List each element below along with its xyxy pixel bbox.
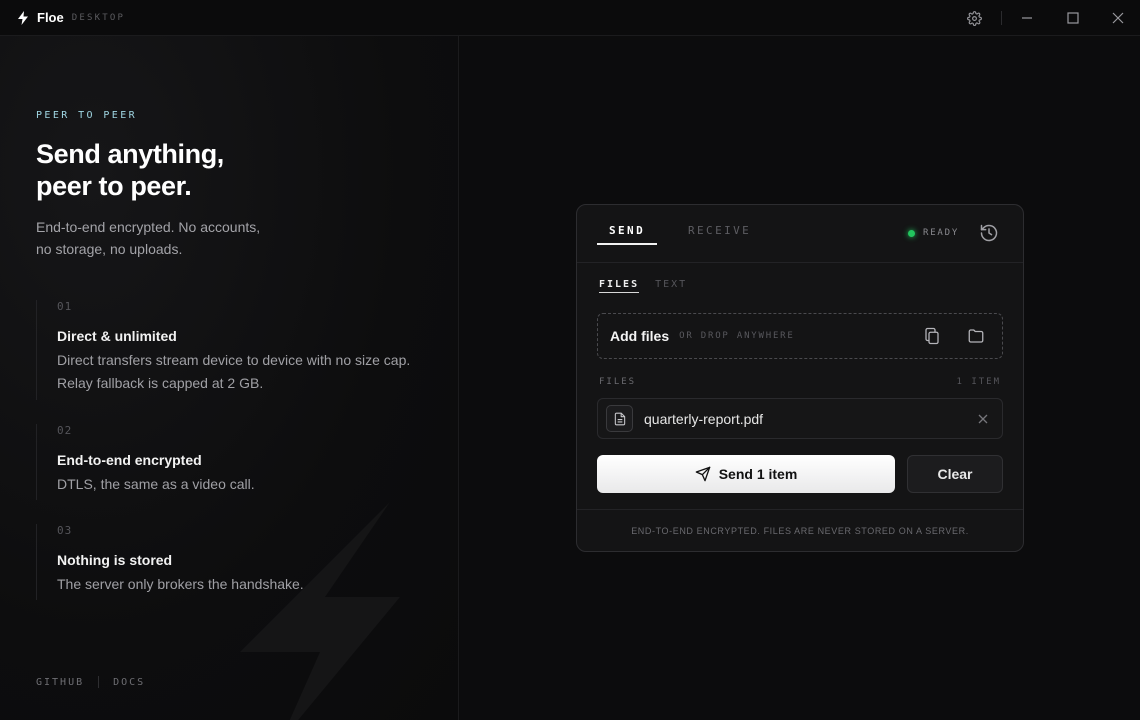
feature-description: Direct transfers stream device to device… [57, 349, 436, 395]
feature-description-line: Relay fallback is capped at 2 GB. [57, 375, 264, 391]
bolt-icon [18, 10, 28, 25]
file-name: quarterly-report.pdf [644, 410, 764, 427]
status-text: READY [923, 228, 960, 238]
history-icon[interactable] [979, 223, 999, 243]
subtab-text[interactable]: TEXT [655, 279, 687, 293]
feature-number: 03 [57, 524, 73, 537]
subtitle: End-to-end encrypted. No accounts, no st… [36, 216, 336, 260]
feature-item: 01 Direct & unlimited Direct transfers s… [36, 300, 436, 400]
tab-send[interactable]: SEND [609, 224, 645, 237]
feature-title: Nothing is stored [57, 552, 173, 568]
file-icon-container [606, 405, 633, 432]
title-line-1: Send anything, [36, 139, 224, 169]
subtab-files[interactable]: FILES [599, 279, 640, 293]
feature-description-line: DTLS, the same as a video call. [57, 476, 255, 492]
window-controls [949, 0, 1140, 36]
files-section-label: FILES [599, 377, 637, 387]
titlebar: Floe DESKTOP [0, 0, 1140, 36]
feature-description-line: The server only brokers the handshake. [57, 576, 304, 592]
gear-icon [966, 10, 982, 26]
content-type-tabs: FILES TEXT [599, 279, 687, 293]
files-count: 1 ITEM [956, 377, 1001, 387]
paste-files-icon[interactable] [923, 327, 941, 345]
file-list-item: quarterly-report.pdf [597, 398, 1003, 439]
settings-button[interactable] [949, 0, 999, 36]
subtitle-line-1: End-to-end encrypted. No accounts, [36, 219, 261, 235]
transfer-card: SEND RECEIVE READY FILES TEXT Add files … [576, 204, 1024, 552]
close-button[interactable] [1096, 0, 1140, 36]
status-dot-icon [908, 229, 915, 237]
feature-item: 02 End-to-end encrypted DTLS, the same a… [36, 424, 436, 500]
tab-receive[interactable]: RECEIVE [688, 224, 751, 237]
feature-number: 01 [57, 300, 73, 313]
info-panel: PEER TO PEER Send anything, peer to peer… [0, 36, 459, 720]
subtitle-line-2: no storage, no uploads. [36, 241, 183, 257]
footer-divider [98, 676, 100, 688]
minimize-button[interactable] [1004, 0, 1050, 36]
active-tab-indicator [597, 243, 657, 245]
feature-number: 02 [57, 424, 73, 437]
title-line-2: peer to peer. [36, 171, 192, 201]
drop-hint: OR DROP ANYWHERE [679, 331, 795, 341]
brand: Floe DESKTOP [17, 10, 125, 25]
card-header: SEND RECEIVE READY [577, 205, 1023, 263]
app-subtitle: DESKTOP [71, 12, 126, 23]
titlebar-divider [1001, 11, 1002, 25]
card-footer-note: END-TO-END ENCRYPTED. FILES ARE NEVER ST… [577, 509, 1023, 551]
footer-links: GITHUB DOCS [36, 676, 145, 688]
maximize-button[interactable] [1050, 0, 1096, 36]
feature-description: DTLS, the same as a video call. [57, 473, 436, 496]
feature-description: The server only brokers the handshake. [57, 573, 436, 596]
feature-title: End-to-end encrypted [57, 452, 202, 468]
minimize-icon [1022, 17, 1032, 19]
feature-description-line: Direct transfers stream device to device… [57, 352, 411, 368]
send-button[interactable]: Send 1 item [597, 455, 895, 493]
remove-file-icon[interactable] [976, 412, 990, 426]
maximize-icon [1067, 12, 1079, 24]
document-icon [614, 412, 625, 425]
file-dropzone[interactable]: Add files OR DROP ANYWHERE [597, 313, 1003, 359]
send-button-label: Send 1 item [718, 466, 798, 482]
close-icon [1112, 12, 1124, 24]
docs-link[interactable]: DOCS [113, 677, 145, 688]
github-link[interactable]: GITHUB [36, 677, 84, 688]
page-title: Send anything, peer to peer. [36, 138, 356, 202]
app-name: Floe [37, 10, 64, 25]
send-icon [695, 466, 711, 482]
eyebrow-label: PEER TO PEER [36, 110, 138, 121]
connection-status: READY [908, 228, 959, 238]
feature-item: 03 Nothing is stored The server only bro… [36, 524, 436, 600]
feature-title: Direct & unlimited [57, 328, 177, 344]
folder-icon[interactable] [967, 327, 985, 345]
clear-button[interactable]: Clear [907, 455, 1003, 493]
add-files-label: Add files [610, 328, 670, 344]
